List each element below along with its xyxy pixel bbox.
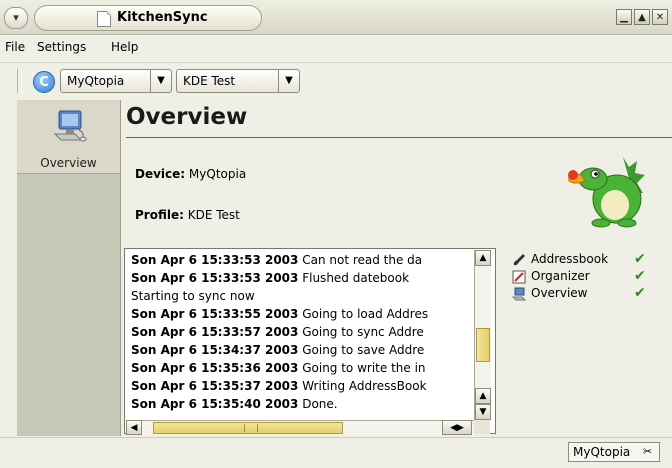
menu-file[interactable]: File [5, 40, 25, 54]
window-title-pill[interactable]: KitchenSync [34, 5, 262, 31]
check-icon: ✔ [634, 251, 646, 267]
close-icon: ✕ [655, 12, 665, 23]
log-horizontal-scrollbar[interactable]: ◀ ◀▶ [126, 420, 474, 435]
arrow-down-icon: ▼ [479, 407, 487, 417]
profile-select[interactable]: KDE Test ▼ [176, 69, 300, 93]
part-label: Addressbook [531, 252, 609, 266]
part-label: Organizer [531, 269, 590, 283]
toolbar: C MyQtopia ▼ KDE Test ▼ [0, 62, 672, 99]
sync-parts-list: Addressbook ✔ Organizer ✔ Overview ✔ [512, 251, 670, 303]
scroll-corner [474, 420, 490, 434]
arrow-up-icon: ▲ [479, 253, 487, 263]
sync-button[interactable]: C [33, 71, 55, 93]
toolbar-handle[interactable] [17, 69, 22, 93]
status-bar: MyQtopia ✂ [0, 437, 672, 468]
device-select[interactable]: MyQtopia ▼ [60, 69, 172, 93]
vertical-scroll-thumb[interactable] [476, 328, 490, 362]
log-line: Son Apr 6 15:35:40 2003 Done. [131, 397, 338, 411]
organizer-icon [512, 270, 526, 284]
scroll-up-button[interactable]: ▲ [475, 388, 491, 404]
arrow-left-icon: ◀ [130, 423, 138, 433]
log-line: Son Apr 6 15:35:37 2003 Writing AddressB… [131, 379, 427, 393]
profile-info: Profile: KDE Test [135, 208, 240, 222]
status-device-name: MyQtopia [573, 445, 631, 459]
maximize-icon: ▲ [638, 12, 646, 23]
sync-log[interactable]: Son Apr 6 15:33:53 2003 Can not read the… [124, 248, 496, 434]
sidebar-item-label: Overview [40, 156, 97, 170]
title-bar: ▾ KitchenSync ▁ ▲ ✕ [0, 0, 672, 35]
sync-icon: C [39, 75, 49, 90]
log-line: Son Apr 6 15:33:55 2003 Going to load Ad… [131, 307, 429, 321]
device-select-value: MyQtopia [67, 74, 125, 88]
log-line: Son Apr 6 15:34:37 2003 Going to save Ad… [131, 343, 425, 357]
overview-icon [512, 287, 526, 301]
menu-bar: File Settings Help [0, 37, 672, 57]
profile-value: KDE Test [187, 208, 240, 222]
addressbook-icon [513, 254, 525, 266]
scroll-down-button[interactable]: ▼ [475, 404, 491, 420]
menu-settings[interactable]: Settings [37, 40, 86, 54]
scroll-right-button[interactable]: ◀▶ [442, 420, 472, 435]
scroll-grip [244, 424, 258, 432]
window-menu-button[interactable]: ▾ [4, 7, 28, 29]
chevron-down-icon: ▼ [150, 70, 171, 92]
device-value: MyQtopia [188, 167, 247, 181]
profile-select-value: KDE Test [183, 74, 236, 88]
maximize-button[interactable]: ▲ [634, 9, 650, 25]
list-item[interactable]: Addressbook ✔ [512, 251, 670, 269]
minimize-button[interactable]: ▁ [616, 9, 632, 25]
connection-icon: ✂ [643, 445, 653, 458]
log-line: Starting to sync now [131, 289, 255, 303]
list-item[interactable]: Overview ✔ [512, 285, 670, 303]
title-divider [126, 137, 672, 138]
profile-label: Profile: [135, 208, 184, 222]
sidebar-item-overview[interactable]: Overview [17, 100, 120, 174]
device-status[interactable]: MyQtopia ✂ [568, 442, 660, 462]
chevron-down-icon: ▼ [278, 70, 299, 92]
log-line: Son Apr 6 15:33:57 2003 Going to sync Ad… [131, 325, 424, 339]
document-icon [97, 11, 111, 27]
log-line: Son Apr 6 15:35:36 2003 Going to write t… [131, 361, 426, 375]
scroll-left-button[interactable]: ◀ [126, 420, 142, 435]
part-label: Overview [531, 286, 588, 300]
arrow-left-right-icon: ◀▶ [450, 423, 464, 433]
menu-help[interactable]: Help [111, 40, 138, 54]
arrow-up-icon: ▲ [479, 391, 487, 401]
log-vertical-scrollbar[interactable]: ▲ ▲ ▼ [474, 250, 491, 420]
computer-icon [53, 110, 87, 142]
chevron-down-icon: ▾ [13, 11, 19, 24]
minimize-icon: ▁ [620, 12, 628, 23]
sidebar: Overview [17, 100, 121, 436]
window-title: KitchenSync [117, 10, 208, 25]
close-button[interactable]: ✕ [652, 9, 668, 25]
horizontal-scroll-thumb[interactable] [153, 422, 343, 434]
device-info: Device: MyQtopia [135, 167, 246, 181]
dragon-mascot-icon [568, 157, 645, 228]
log-line: Son Apr 6 15:33:53 2003 Can not read the… [131, 253, 423, 267]
device-label: Device: [135, 167, 186, 181]
log-line: Son Apr 6 15:33:53 2003 Flushed datebook [131, 271, 410, 285]
scroll-up-button[interactable]: ▲ [475, 250, 491, 266]
list-item[interactable]: Organizer ✔ [512, 268, 670, 286]
page-title: Overview [126, 104, 248, 130]
check-icon: ✔ [634, 285, 646, 301]
check-icon: ✔ [634, 268, 646, 284]
